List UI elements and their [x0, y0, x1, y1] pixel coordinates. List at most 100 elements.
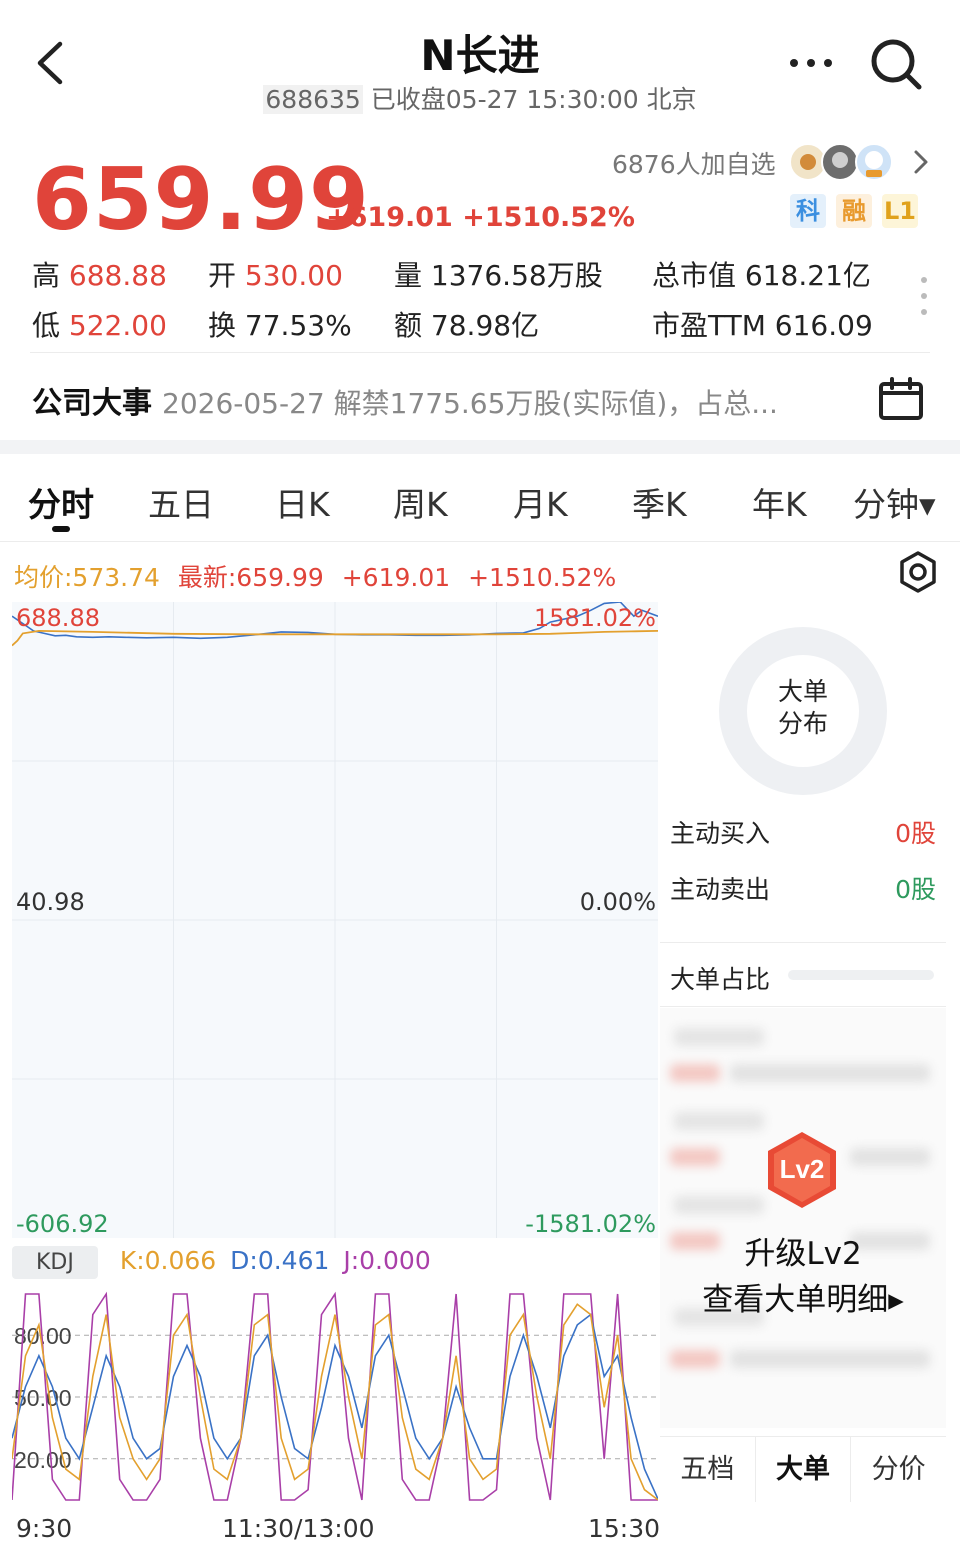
tab-intraday[interactable]: 分时 [28, 478, 94, 526]
tab-weekly-k[interactable]: 周K [393, 478, 448, 526]
lv2-upgrade-badge[interactable]: Lv2 [764, 1130, 840, 1210]
change-amount: +619.01 [326, 202, 453, 233]
settings-icon[interactable] [896, 550, 940, 594]
blurred-row [730, 1064, 930, 1082]
section-separator [0, 440, 960, 454]
tab-monthly-k[interactable]: 月K [513, 478, 568, 526]
chart-period-tabs: 分时 五日 日K 周K 月K 季K 年K 分钟▾ [0, 454, 960, 542]
y-label-mid-right: 0.00% [579, 888, 656, 916]
top-nav-bar: N长进 688635 已收盘05-27 15:30:00 北京 [0, 0, 960, 130]
company-event-text: 2026-05-27 解禁1775.65万股(实际值)，占总... [162, 387, 778, 420]
kdj-chart-svg: 80.0050.0020.00 [11, 1291, 659, 1501]
company-event-bar[interactable]: 公司大事 2026-05-27 解禁1775.65万股(实际值)，占总... [32, 378, 832, 422]
divider [30, 352, 930, 353]
tab-price-distribution[interactable]: 分价 [851, 1437, 946, 1502]
order-flow-panel: 大单 分布 主动买入 0股 主动卖出 0股 大单占比 Lv2 升级Lv2 查看大… [660, 602, 946, 1502]
chevron-right-icon[interactable] [910, 148, 932, 176]
company-event-label: 公司大事 [32, 386, 152, 421]
large-order-ratio-bar [788, 970, 934, 980]
y-label-top-right: 1581.02% [533, 604, 656, 632]
y-label-mid-left: 40.98 [16, 888, 85, 916]
blurred-large-order-list [660, 1008, 946, 1428]
tab-five-day[interactable]: 五日 [148, 478, 214, 526]
latest-change-pct: +1510.52% [468, 563, 617, 592]
kdj-j-value: J:0.000 [343, 1246, 431, 1275]
indicator-selector[interactable]: KDJ [12, 1246, 98, 1279]
chart-info-line: 均价:573.74 最新:659.99 +619.01 +1510.52% [14, 558, 616, 594]
stat-mcap-label: 总市值 [652, 259, 737, 292]
kdj-k-value: K:0.066 [119, 1246, 217, 1275]
current-price: 659.99 [32, 150, 370, 250]
large-order-ratio-label: 大单占比 [670, 965, 771, 994]
stat-volume-value: 1376.58万股 [430, 259, 603, 292]
tab-five-levels[interactable]: 五档 [660, 1437, 756, 1502]
stat-low: 低 522.00 [32, 304, 167, 344]
y-label-bottom-right: -1581.02% [525, 1210, 656, 1238]
lv2-badge-text: Lv2 [780, 1154, 825, 1184]
order-book-tabs: 五档 大单 分价 [660, 1436, 946, 1502]
blurred-row [670, 1148, 720, 1166]
tab-quarterly-k[interactable]: 季K [632, 478, 687, 526]
stock-status-line: 688635 已收盘05-27 15:30:00 北京 [0, 80, 960, 116]
stat-open-value: 530.00 [244, 259, 343, 292]
divider [660, 942, 946, 943]
active-sell-value: 0股 [895, 875, 936, 904]
change-percent: +1510.52% [462, 202, 635, 233]
stat-amount-value: 78.98亿 [430, 309, 540, 342]
blurred-row [670, 1350, 720, 1368]
kdj-header: KDJ K:0.066 D:0.461 J:0.000 [12, 1246, 431, 1286]
avg-price: 均价:573.74 [14, 563, 160, 592]
stat-amount: 额 78.98亿 [394, 304, 539, 344]
stat-turnover: 换 77.53% [208, 304, 352, 344]
active-tab-indicator [52, 526, 70, 532]
active-buy-row: 主动买入 0股 [670, 814, 936, 850]
x-label-open: 9:30 [16, 1514, 73, 1543]
stat-turnover-value: 77.53% [244, 309, 352, 342]
stat-pe-label: 市盈TTM [652, 309, 766, 342]
y-label-bottom-left: -606.92 [16, 1210, 109, 1238]
kdj-d-value: D:0.461 [230, 1246, 330, 1275]
blurred-row [674, 1028, 764, 1046]
more-icon[interactable] [786, 48, 836, 78]
x-label-midday: 11:30/13:00 [222, 1514, 375, 1543]
stat-turnover-label: 换 [208, 309, 237, 342]
price-chart-svg [12, 602, 658, 1238]
blurred-row [670, 1064, 720, 1082]
latest-price: 最新:659.99 [177, 563, 324, 592]
more-vertical-icon[interactable] [918, 274, 930, 318]
active-sell-row: 主动卖出 0股 [670, 870, 936, 906]
blurred-row [674, 1112, 764, 1130]
stat-volume: 量 1376.58万股 [394, 254, 603, 294]
stat-high: 高 688.88 [32, 254, 167, 294]
watchlist-count[interactable]: 6876人加自选 [612, 145, 776, 181]
tag-margin[interactable]: 融 [836, 194, 872, 228]
active-buy-label: 主动买入 [670, 819, 771, 848]
stat-low-value: 522.00 [68, 309, 167, 342]
stat-volume-label: 量 [394, 259, 423, 292]
tab-large-orders[interactable]: 大单 [755, 1437, 852, 1502]
stock-code: 688635 [263, 85, 363, 114]
active-buy-value: 0股 [895, 819, 936, 848]
intraday-price-chart[interactable]: 688.88 40.98 -606.92 1581.02% 0.00% -158… [12, 602, 658, 1238]
tag-level1[interactable]: L1 [882, 194, 918, 228]
donut-label-line2: 分布 [777, 709, 828, 738]
market-status: 已收盘05-27 15:30:00 北京 [370, 85, 697, 114]
kdj-chart[interactable]: 80.00 50.00 20.00 [11, 1290, 659, 1504]
stat-pe-value: 616.09 [774, 309, 873, 342]
blurred-row [850, 1148, 930, 1166]
tab-yearly-k[interactable]: 年K [752, 478, 807, 526]
stat-amount-label: 额 [394, 309, 423, 342]
calendar-icon[interactable] [878, 376, 924, 422]
stat-pe-ttm: 市盈TTM 616.09 [652, 304, 873, 344]
x-label-close: 15:30 [588, 1514, 661, 1543]
tab-daily-k[interactable]: 日K [275, 478, 330, 526]
donut-label: 大单 分布 [718, 676, 888, 740]
stat-low-label: 低 [32, 309, 61, 342]
search-icon[interactable] [866, 34, 926, 94]
tab-minute-dropdown[interactable]: 分钟▾ [853, 478, 936, 526]
view-large-order-link[interactable]: 查看大单明细▸ [660, 1274, 946, 1319]
follower-avatars[interactable] [788, 140, 903, 184]
latest-change: +619.01 [341, 563, 451, 592]
tag-star-market[interactable]: 科 [790, 194, 826, 228]
upgrade-lv2-title: 升级Lv2 [744, 1236, 862, 1272]
